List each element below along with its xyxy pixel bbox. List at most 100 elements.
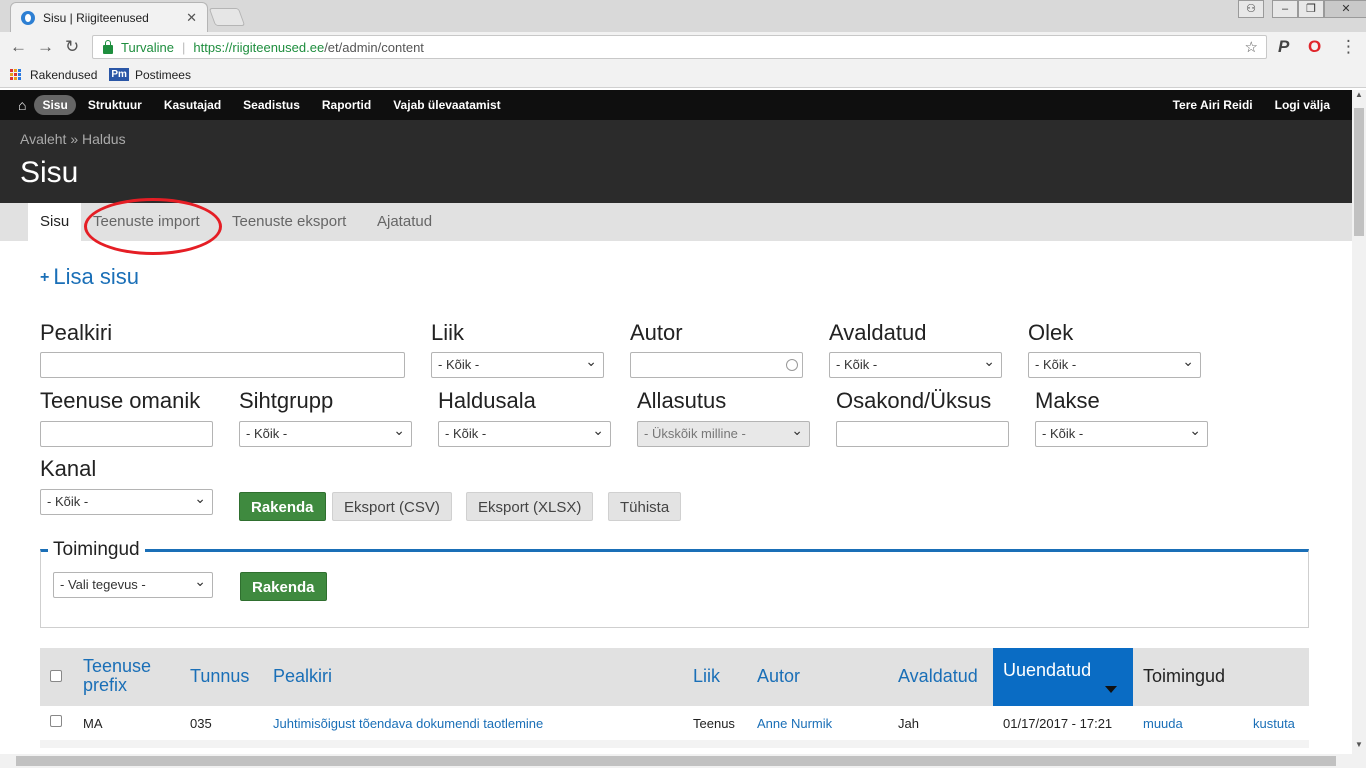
status-filter-select[interactable]: - Kõik -: [1028, 349, 1201, 378]
admin-menu-seadistus[interactable]: Seadistus: [233, 95, 310, 115]
secure-label: Turvaline: [121, 39, 174, 55]
type-filter-select[interactable]: - Kõik -: [431, 349, 604, 378]
opera-extension-icon[interactable]: O: [1308, 37, 1321, 57]
col-header-uuendatud-label: Uuendatud: [1003, 660, 1092, 680]
window-close-icon[interactable]: ✕: [1324, 0, 1366, 18]
filter-label-haldusala: Haldusala: [438, 388, 536, 413]
vertical-scroll-thumb[interactable]: [1354, 108, 1364, 236]
logout-link[interactable]: Logi välja: [1275, 98, 1330, 112]
filter-label-teenuse-omanik: Teenuse omanik: [40, 388, 201, 413]
cell-liik: Teenus: [693, 716, 735, 731]
address-bar[interactable]: Turvaline | https://riigiteenused.ee/et/…: [92, 35, 1267, 59]
drupal-favicon-icon: [21, 10, 35, 25]
filter-label-liik: Liik: [431, 320, 465, 345]
edit-link[interactable]: muuda: [1143, 716, 1183, 731]
page-header: Avaleht » Haldus Sisu: [0, 120, 1352, 203]
department-input[interactable]: [836, 421, 1009, 447]
filter-label-olek: Olek: [1028, 320, 1074, 345]
author-filter-input[interactable]: [630, 352, 803, 378]
profile-icon[interactable]: ⚇: [1238, 0, 1264, 18]
channel-select[interactable]: - Kõik -: [40, 486, 213, 515]
admin-menu-raportid[interactable]: Raportid: [312, 95, 381, 115]
apply-filters-button[interactable]: Rakenda: [239, 492, 326, 521]
table-row-separator: [40, 740, 1309, 748]
bookmark-postimees[interactable]: Postimees: [135, 68, 191, 82]
back-icon[interactable]: ←: [10, 37, 27, 57]
add-content-label: Lisa sisu: [53, 264, 139, 289]
col-header-pealkiri[interactable]: Pealkiri: [273, 666, 332, 687]
ministry-area-select[interactable]: - Kõik -: [438, 418, 611, 447]
filter-label-allasutus: Allasutus: [637, 388, 727, 413]
cell-avaldatud: Jah: [898, 716, 919, 731]
filter-label-makse: Makse: [1035, 388, 1100, 413]
filter-label-kanal: Kanal: [40, 456, 97, 481]
highlight-circle: [84, 198, 222, 255]
filter-label-pealkiri: Pealkiri: [40, 320, 113, 345]
sort-desc-icon: [1105, 686, 1117, 693]
col-header-autor[interactable]: Autor: [757, 666, 800, 687]
admin-menu-review[interactable]: Vajab ülevaatamist: [383, 95, 510, 115]
bulk-actions-fieldset: [40, 549, 1309, 628]
page-title: Sisu: [20, 156, 79, 189]
reload-icon[interactable]: ↻: [65, 37, 79, 57]
menu-icon[interactable]: ⋮: [1340, 37, 1357, 57]
sub-agency-select: - Ükskõik milline -: [637, 418, 810, 447]
home-icon[interactable]: ⌂: [18, 97, 26, 113]
title-filter-input[interactable]: [40, 352, 405, 378]
admin-toolbar: ⌂ Sisu Struktuur Kasutajad Seadistus Rap…: [0, 90, 1352, 120]
col-header-uuendatud[interactable]: Uuendatud: [993, 648, 1133, 706]
target-group-select[interactable]: - Kõik -: [239, 418, 412, 447]
add-content-link[interactable]: + Lisa sisu: [40, 264, 139, 290]
cell-prefix: MA: [83, 716, 103, 731]
new-tab-button[interactable]: [208, 8, 246, 26]
cell-uuendatud: 01/17/2017 - 17:21: [1003, 716, 1113, 731]
tab-ajatatud[interactable]: Ajatatud: [365, 203, 444, 241]
delete-link[interactable]: kustuta: [1253, 716, 1295, 731]
published-filter-select[interactable]: - Kõik -: [829, 349, 1002, 378]
url-host: https://riigiteenused.ee: [193, 39, 325, 55]
admin-menu-kasutajad[interactable]: Kasutajad: [154, 95, 231, 115]
plus-icon: +: [40, 269, 50, 286]
admin-menu-struktuur[interactable]: Struktuur: [78, 95, 152, 115]
cell-autor-link[interactable]: Anne Nurmik: [757, 716, 832, 731]
bulk-apply-button[interactable]: Rakenda: [240, 572, 327, 601]
restore-icon[interactable]: ❐: [1298, 0, 1324, 18]
admin-menu-sisu[interactable]: Sisu: [34, 95, 76, 115]
forward-icon[interactable]: →: [37, 37, 54, 57]
browser-tab-title: Sisu | Riigiteenused: [43, 10, 149, 25]
url-path: /et/admin/content: [324, 39, 424, 55]
row-checkbox[interactable]: [50, 715, 62, 727]
minimize-icon[interactable]: –: [1272, 0, 1298, 18]
browser-tab[interactable]: Sisu | Riigiteenused ✕: [10, 2, 208, 32]
omnibox-separator: |: [181, 39, 186, 55]
reset-filters-button[interactable]: Tühista: [608, 492, 682, 521]
bulk-action-select[interactable]: - Vali tegevus -: [53, 569, 213, 598]
lock-icon: [103, 39, 113, 54]
col-header-liik[interactable]: Liik: [693, 666, 720, 687]
breadcrumb[interactable]: Avaleht » Haldus: [20, 131, 126, 147]
service-owner-input[interactable]: [40, 421, 213, 447]
col-header-tunnus[interactable]: Tunnus: [190, 666, 249, 687]
payment-select[interactable]: - Kõik -: [1035, 418, 1208, 447]
scroll-up-icon[interactable]: ▲: [1352, 90, 1366, 104]
export-csv-button[interactable]: Eksport (CSV): [332, 492, 452, 521]
browser-tab-bar: Sisu | Riigiteenused ✕ ⚇ – ❐ ✕: [0, 0, 1366, 32]
col-header-avaldatud[interactable]: Avaldatud: [898, 666, 978, 687]
scroll-down-icon[interactable]: ▼: [1352, 740, 1366, 754]
extension-p-icon[interactable]: P: [1278, 37, 1289, 57]
filter-label-avaldatud: Avaldatud: [829, 320, 927, 345]
export-xlsx-button[interactable]: Eksport (XLSX): [466, 492, 594, 521]
bookmark-rakendused[interactable]: Rakendused: [30, 68, 97, 82]
close-tab-icon[interactable]: ✕: [186, 10, 197, 26]
cell-tunnus: 035: [190, 716, 212, 731]
horizontal-scroll-thumb[interactable]: [16, 756, 1336, 766]
filter-label-osakond: Osakond/Üksus: [836, 388, 992, 413]
tab-teenuste-eksport[interactable]: Teenuste eksport: [220, 203, 358, 241]
cell-pealkiri-link[interactable]: Juhtimisõigust tõendava dokumendi taotle…: [273, 716, 543, 731]
bookmark-star-icon[interactable]: ☆: [1245, 38, 1258, 56]
select-all-checkbox[interactable]: [50, 670, 62, 682]
tab-sisu[interactable]: Sisu: [28, 203, 82, 241]
col-header-prefix[interactable]: Teenuse prefix: [83, 657, 173, 695]
user-greeting[interactable]: Tere Airi Reidi: [1173, 98, 1253, 112]
bookmarks-bar: Rakendused Pm Postimees: [0, 62, 1366, 88]
